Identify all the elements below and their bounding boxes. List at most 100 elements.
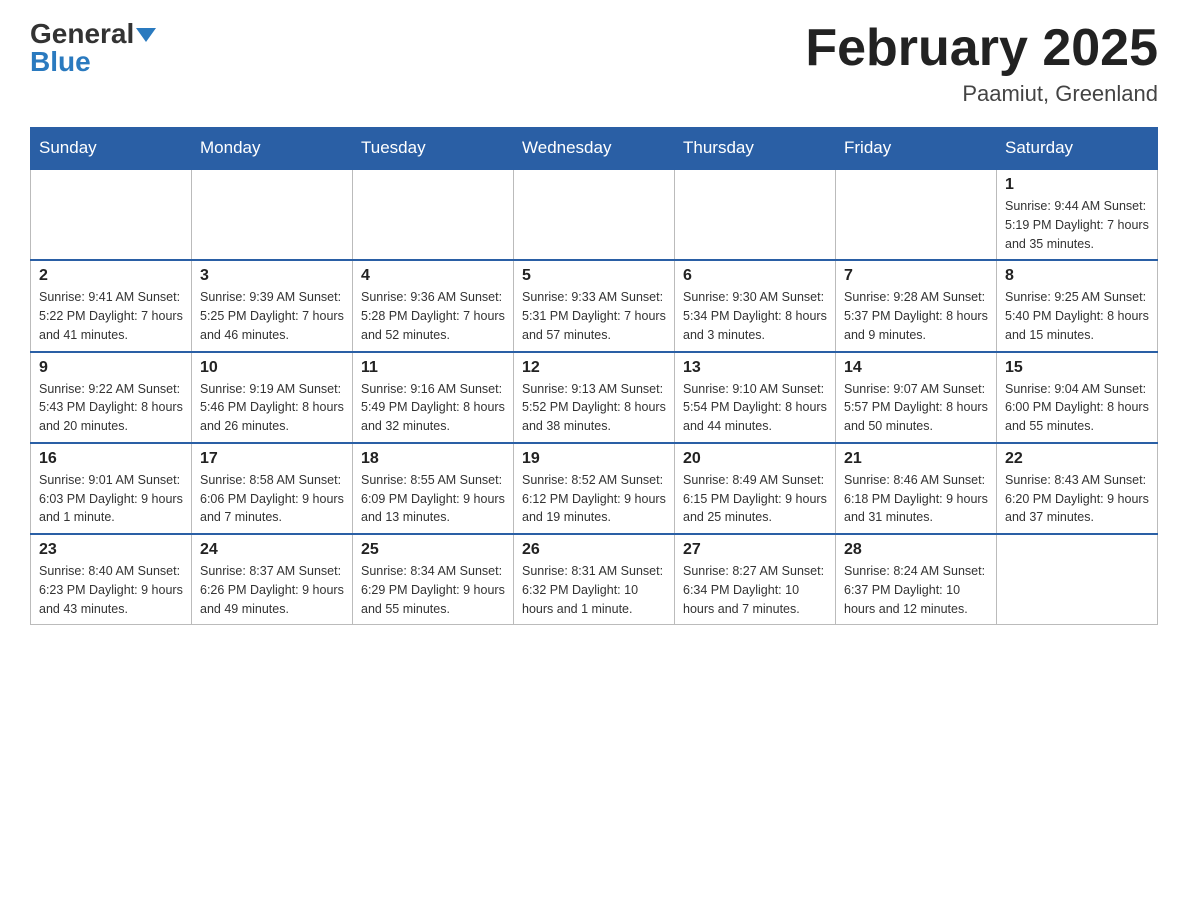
calendar-table: SundayMondayTuesdayWednesdayThursdayFrid… — [30, 127, 1158, 625]
day-info: Sunrise: 8:49 AM Sunset: 6:15 PM Dayligh… — [683, 471, 827, 527]
calendar-cell: 22Sunrise: 8:43 AM Sunset: 6:20 PM Dayli… — [997, 443, 1158, 534]
header-day-friday: Friday — [836, 128, 997, 170]
day-number: 13 — [683, 359, 827, 377]
day-number: 7 — [844, 267, 988, 285]
calendar-body: 1 Sunrise: 9:44 AM Sunset: 5:19 PM Daylig… — [31, 169, 1158, 625]
header-row: SundayMondayTuesdayWednesdayThursdayFrid… — [31, 128, 1158, 170]
day-info: Sunrise: 8:24 AM Sunset: 6:37 PM Dayligh… — [844, 562, 988, 618]
day-number: 10 — [200, 359, 344, 377]
calendar-cell: 15 Sunrise: 9:04 AM Sunset: 6:00 PM Dayli… — [997, 352, 1158, 443]
day-number: 16 — [39, 450, 183, 468]
day-info: Sunrise: 9:04 AM Sunset: 6:00 PM Dayligh… — [1005, 380, 1149, 436]
day-number: 19 — [522, 450, 666, 468]
day-info: Sunrise: 9:16 AM Sunset: 5:49 PM Dayligh… — [361, 380, 505, 436]
calendar-cell: 18 Sunrise: 8:55 AM Sunset: 6:09 PM Dayli… — [353, 443, 514, 534]
logo-triangle-icon — [136, 28, 156, 42]
calendar-cell — [192, 169, 353, 260]
calendar-cell — [836, 169, 997, 260]
day-number: 15 — [1005, 359, 1149, 377]
calendar-cell: 1 Sunrise: 9:44 AM Sunset: 5:19 PM Daylig… — [997, 169, 1158, 260]
calendar-cell: 19 Sunrise: 8:52 AM Sunset: 6:12 PM Dayli… — [514, 443, 675, 534]
calendar-cell: 8Sunrise: 9:25 AM Sunset: 5:40 PM Daylig… — [997, 260, 1158, 351]
calendar-cell: 28 Sunrise: 8:24 AM Sunset: 6:37 PM Dayli… — [836, 534, 997, 625]
calendar-cell: 7 Sunrise: 9:28 AM Sunset: 5:37 PM Daylig… — [836, 260, 997, 351]
day-number: 26 — [522, 541, 666, 559]
day-info: Sunrise: 8:40 AM Sunset: 6:23 PM Dayligh… — [39, 562, 183, 618]
calendar-cell — [514, 169, 675, 260]
calendar-cell: 4Sunrise: 9:36 AM Sunset: 5:28 PM Daylig… — [353, 260, 514, 351]
day-number: 1 — [1005, 176, 1149, 194]
page-header: General Blue February 2025 Paamiut, Gree… — [30, 20, 1158, 107]
header-day-wednesday: Wednesday — [514, 128, 675, 170]
day-info: Sunrise: 9:07 AM Sunset: 5:57 PM Dayligh… — [844, 380, 988, 436]
calendar-cell: 13 Sunrise: 9:10 AM Sunset: 5:54 PM Dayli… — [675, 352, 836, 443]
day-info: Sunrise: 9:44 AM Sunset: 5:19 PM Dayligh… — [1005, 197, 1149, 253]
calendar-cell: 3 Sunrise: 9:39 AM Sunset: 5:25 PM Daylig… — [192, 260, 353, 351]
day-number: 9 — [39, 359, 183, 377]
calendar-cell: 14 Sunrise: 9:07 AM Sunset: 5:57 PM Dayli… — [836, 352, 997, 443]
calendar-cell: 10 Sunrise: 9:19 AM Sunset: 5:46 PM Dayli… — [192, 352, 353, 443]
calendar-cell: 11 Sunrise: 9:16 AM Sunset: 5:49 PM Dayli… — [353, 352, 514, 443]
day-number: 18 — [361, 450, 505, 468]
day-number: 5 — [522, 267, 666, 285]
day-number: 17 — [200, 450, 344, 468]
day-info: Sunrise: 9:19 AM Sunset: 5:46 PM Dayligh… — [200, 380, 344, 436]
day-number: 6 — [683, 267, 827, 285]
day-info: Sunrise: 9:01 AM Sunset: 6:03 PM Dayligh… — [39, 471, 183, 527]
day-info: Sunrise: 9:28 AM Sunset: 5:37 PM Dayligh… — [844, 288, 988, 344]
day-number: 21 — [844, 450, 988, 468]
header-day-saturday: Saturday — [997, 128, 1158, 170]
calendar-cell: 23 Sunrise: 8:40 AM Sunset: 6:23 PM Dayli… — [31, 534, 192, 625]
day-number: 23 — [39, 541, 183, 559]
calendar-cell: 24Sunrise: 8:37 AM Sunset: 6:26 PM Dayli… — [192, 534, 353, 625]
day-number: 12 — [522, 359, 666, 377]
day-info: Sunrise: 8:46 AM Sunset: 6:18 PM Dayligh… — [844, 471, 988, 527]
header-day-thursday: Thursday — [675, 128, 836, 170]
calendar-cell: 16 Sunrise: 9:01 AM Sunset: 6:03 PM Dayli… — [31, 443, 192, 534]
week-row-1: 2Sunrise: 9:41 AM Sunset: 5:22 PM Daylig… — [31, 260, 1158, 351]
day-info: Sunrise: 8:52 AM Sunset: 6:12 PM Dayligh… — [522, 471, 666, 527]
week-row-4: 23 Sunrise: 8:40 AM Sunset: 6:23 PM Dayli… — [31, 534, 1158, 625]
day-number: 11 — [361, 359, 505, 377]
location-subtitle: Paamiut, Greenland — [805, 81, 1158, 107]
day-number: 20 — [683, 450, 827, 468]
calendar-cell: 27 Sunrise: 8:27 AM Sunset: 6:34 PM Dayli… — [675, 534, 836, 625]
logo-blue-text: Blue — [30, 48, 91, 76]
day-info: Sunrise: 9:36 AM Sunset: 5:28 PM Dayligh… — [361, 288, 505, 344]
calendar-cell: 20 Sunrise: 8:49 AM Sunset: 6:15 PM Dayli… — [675, 443, 836, 534]
day-number: 3 — [200, 267, 344, 285]
day-info: Sunrise: 9:39 AM Sunset: 5:25 PM Dayligh… — [200, 288, 344, 344]
calendar-cell — [31, 169, 192, 260]
day-info: Sunrise: 9:30 AM Sunset: 5:34 PM Dayligh… — [683, 288, 827, 344]
week-row-3: 16 Sunrise: 9:01 AM Sunset: 6:03 PM Dayli… — [31, 443, 1158, 534]
day-info: Sunrise: 8:55 AM Sunset: 6:09 PM Dayligh… — [361, 471, 505, 527]
day-info: Sunrise: 8:27 AM Sunset: 6:34 PM Dayligh… — [683, 562, 827, 618]
calendar-cell: 26 Sunrise: 8:31 AM Sunset: 6:32 PM Dayli… — [514, 534, 675, 625]
logo: General Blue — [30, 20, 156, 76]
week-row-0: 1 Sunrise: 9:44 AM Sunset: 5:19 PM Daylig… — [31, 169, 1158, 260]
title-block: February 2025 Paamiut, Greenland — [805, 20, 1158, 107]
calendar-cell: 6 Sunrise: 9:30 AM Sunset: 5:34 PM Daylig… — [675, 260, 836, 351]
header-day-sunday: Sunday — [31, 128, 192, 170]
calendar-cell: 25Sunrise: 8:34 AM Sunset: 6:29 PM Dayli… — [353, 534, 514, 625]
day-info: Sunrise: 9:10 AM Sunset: 5:54 PM Dayligh… — [683, 380, 827, 436]
day-number: 24 — [200, 541, 344, 559]
day-number: 28 — [844, 541, 988, 559]
day-number: 14 — [844, 359, 988, 377]
calendar-cell: 5Sunrise: 9:33 AM Sunset: 5:31 PM Daylig… — [514, 260, 675, 351]
calendar-cell — [997, 534, 1158, 625]
header-day-monday: Monday — [192, 128, 353, 170]
day-number: 27 — [683, 541, 827, 559]
calendar-cell — [353, 169, 514, 260]
day-info: Sunrise: 9:13 AM Sunset: 5:52 PM Dayligh… — [522, 380, 666, 436]
month-title: February 2025 — [805, 20, 1158, 77]
day-info: Sunrise: 8:58 AM Sunset: 6:06 PM Dayligh… — [200, 471, 344, 527]
week-row-2: 9 Sunrise: 9:22 AM Sunset: 5:43 PM Daylig… — [31, 352, 1158, 443]
day-number: 22 — [1005, 450, 1149, 468]
day-number: 8 — [1005, 267, 1149, 285]
day-number: 25 — [361, 541, 505, 559]
day-info: Sunrise: 8:31 AM Sunset: 6:32 PM Dayligh… — [522, 562, 666, 618]
calendar-cell: 21 Sunrise: 8:46 AM Sunset: 6:18 PM Dayli… — [836, 443, 997, 534]
logo-general-text: General — [30, 18, 134, 49]
day-info: Sunrise: 9:22 AM Sunset: 5:43 PM Dayligh… — [39, 380, 183, 436]
